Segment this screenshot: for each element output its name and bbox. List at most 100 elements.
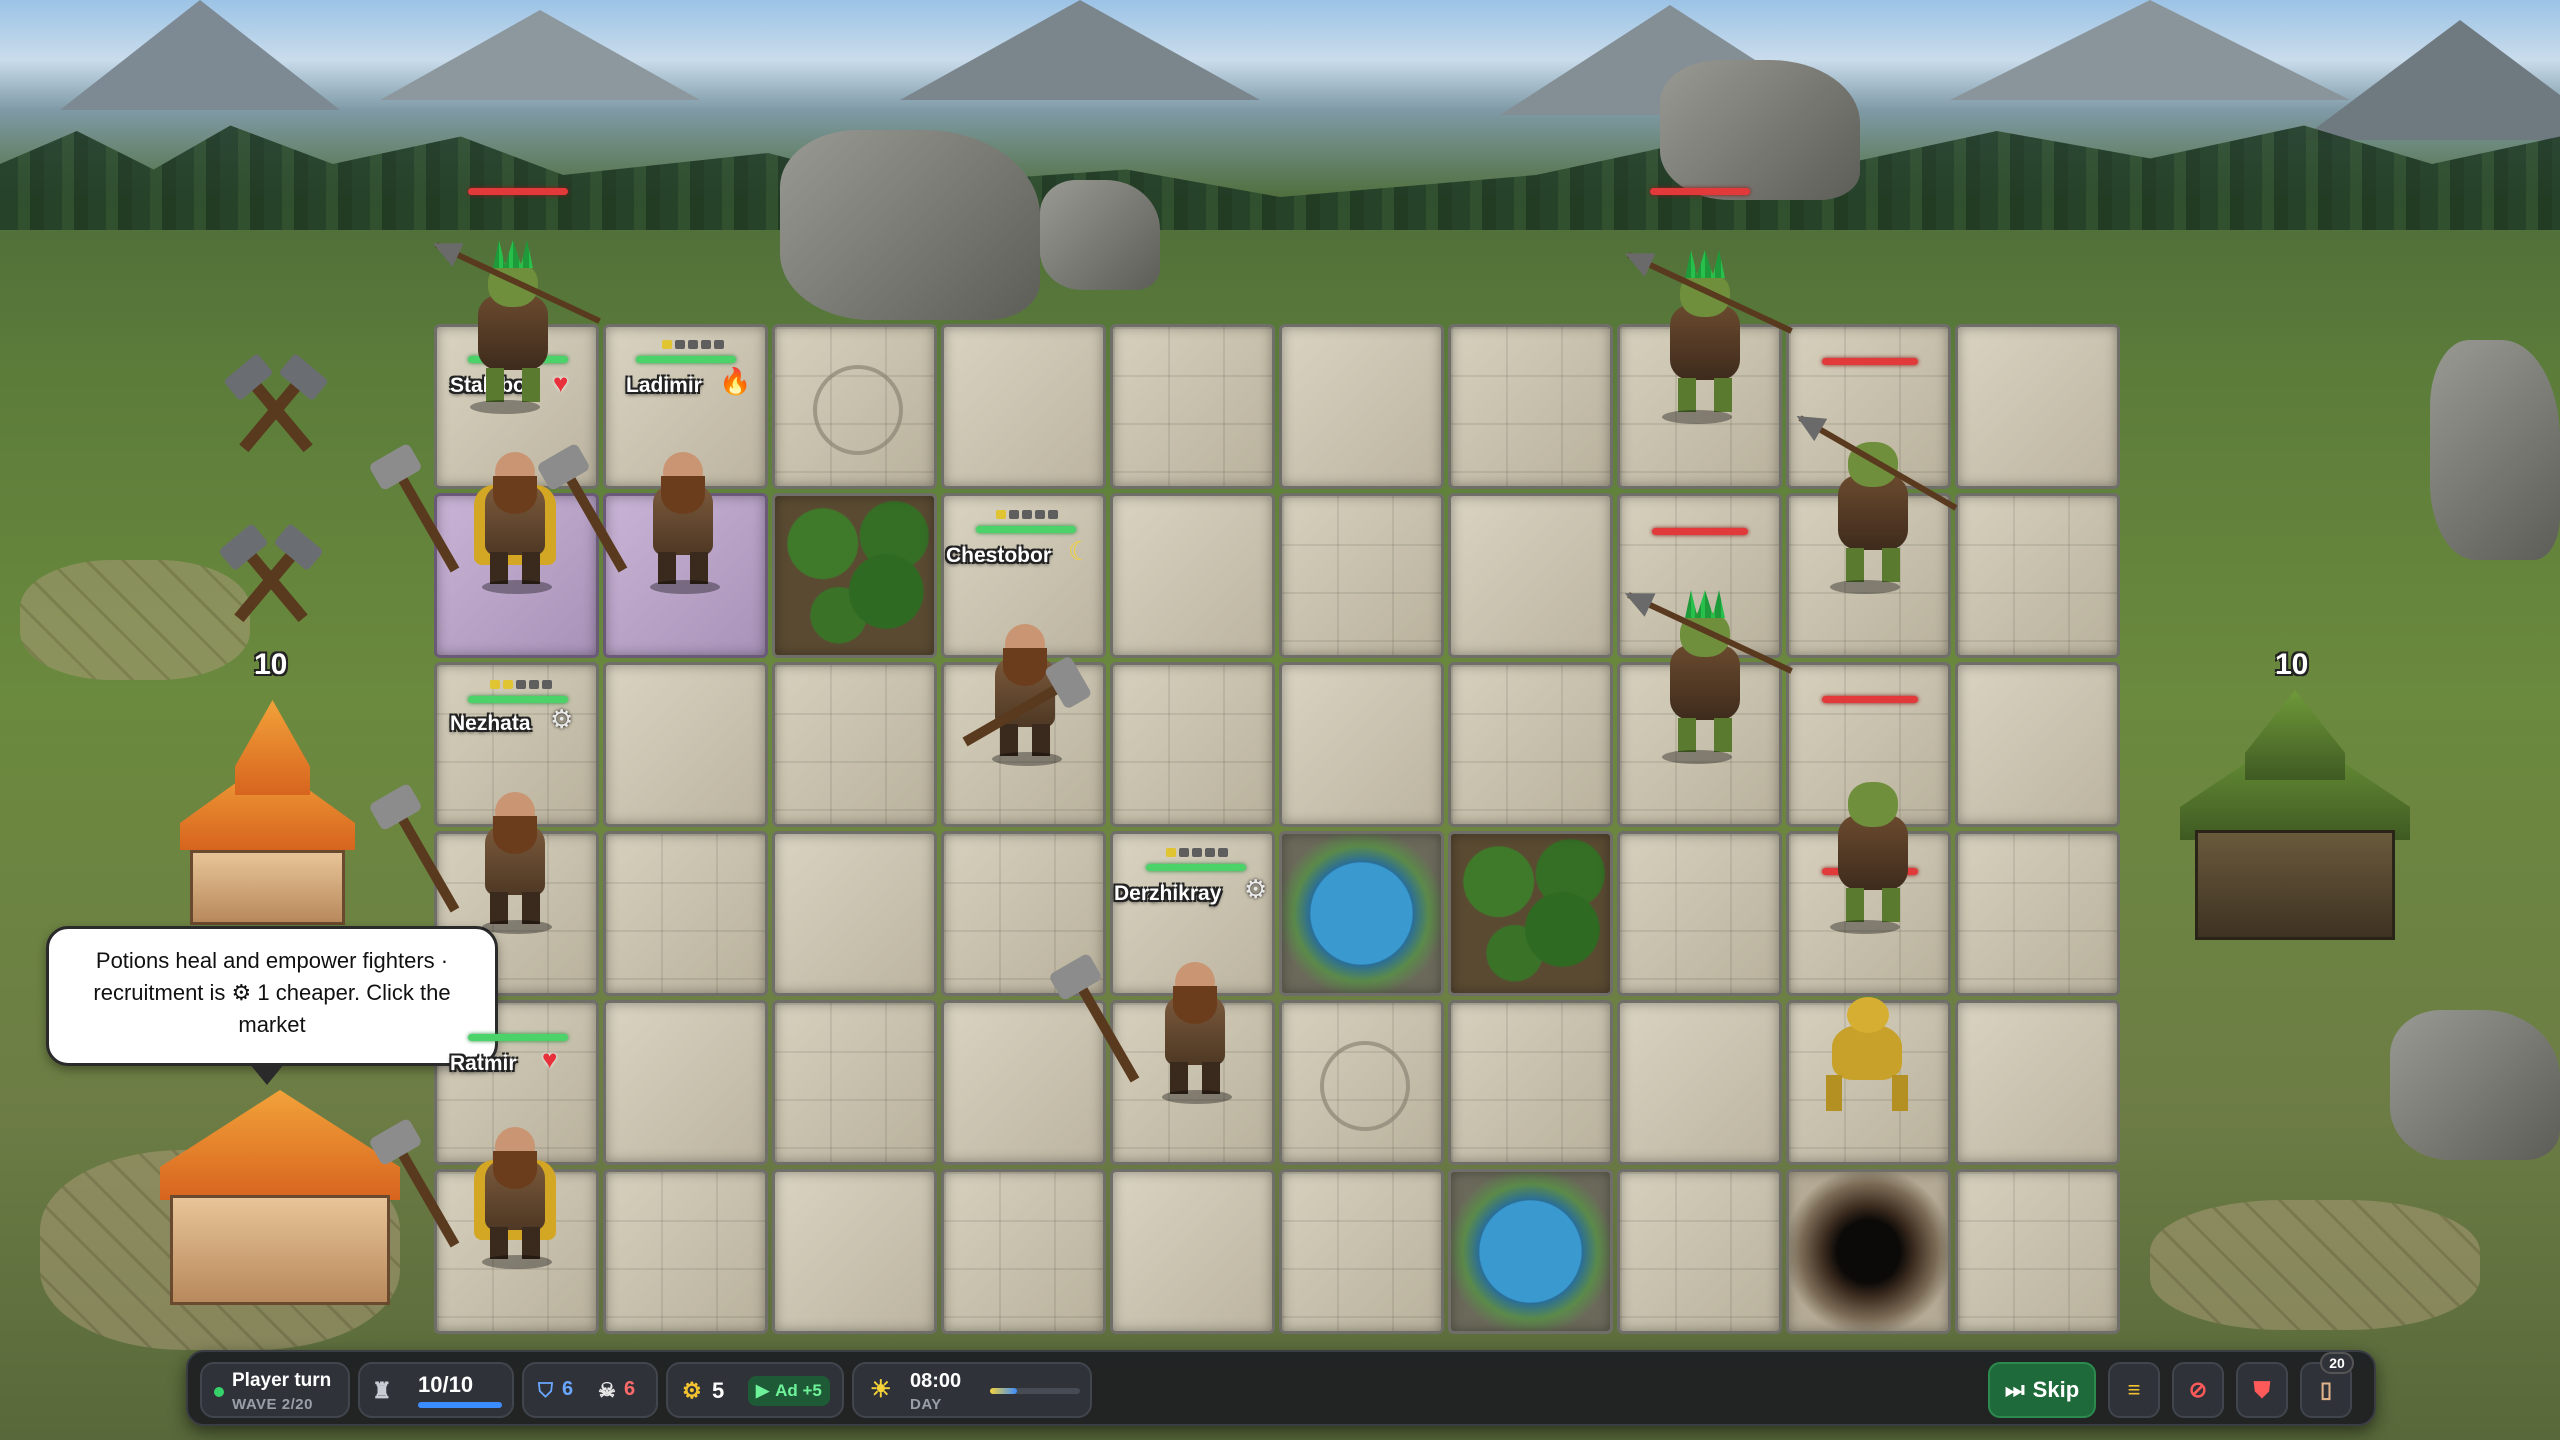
population-value: 10/10: [418, 1372, 474, 1397]
derzhikray-hp-bar: [1146, 864, 1246, 871]
mountain: [2300, 20, 2560, 140]
grid-tile[interactable]: [772, 662, 937, 827]
boulder: [780, 130, 1040, 320]
cracked-earth: [2150, 1200, 2480, 1330]
skip-label: Skip: [2032, 1377, 2080, 1402]
grid-tile[interactable]: [1955, 1169, 2120, 1334]
skip-button[interactable]: ⏭ Skip: [1988, 1362, 2096, 1418]
grid-tile[interactable]: [1279, 324, 1444, 489]
orc-spearman-unit[interactable]: [1627, 590, 1793, 764]
grid-tile[interactable]: [1955, 1000, 2120, 1165]
grid-tile[interactable]: [1617, 1169, 1782, 1334]
ladimir-hp-bar: [636, 356, 736, 363]
enemy-hp-bar: [468, 188, 568, 195]
grid-tile-rune[interactable]: [1279, 1000, 1444, 1165]
skull-icon: ☠: [598, 1380, 616, 1402]
hint-tooltip: Potions heal and empower fighters · recr…: [46, 926, 498, 1085]
turn-status-dot: [214, 1387, 224, 1397]
shield-red-icon: ⛊: [2253, 1377, 2271, 1402]
grid-tile[interactable]: [1955, 662, 2120, 827]
grid-tile[interactable]: [1617, 831, 1782, 996]
grid-tile[interactable]: [1279, 493, 1444, 658]
grid-tile[interactable]: [1448, 1000, 1613, 1165]
nezhata-name: Nezhata: [450, 712, 531, 735]
heart-icon: ♥: [542, 1044, 558, 1074]
grid-tile[interactable]: [603, 662, 768, 827]
turn-indicator: Player turn WAVE 2/20: [200, 1362, 350, 1418]
ratmir-name: Ratmir: [450, 1052, 517, 1075]
grid-tile[interactable]: [941, 1169, 1106, 1334]
deck-button[interactable]: ▯ 20: [2300, 1352, 2354, 1418]
shield-icon: ⛉: [538, 1380, 553, 1402]
fire-icon: 🔥: [719, 366, 752, 396]
enemy-hp-bar: [1822, 358, 1918, 365]
grid-tile[interactable]: [1279, 1169, 1444, 1334]
castle-icon: ♜: [372, 1378, 392, 1403]
grid-tile-pond[interactable]: [1448, 1169, 1613, 1334]
mountain: [380, 10, 700, 100]
crossed-hammers-icon[interactable]: [220, 355, 330, 465]
grid-tile[interactable]: [1110, 493, 1275, 658]
grid-tile[interactable]: [1448, 662, 1613, 827]
moon-icon: ☾: [1068, 536, 1092, 566]
grid-tile-rune[interactable]: [772, 324, 937, 489]
crossed-hammers-icon[interactable]: [215, 525, 325, 635]
time-of-day: DAY: [910, 1396, 942, 1413]
dwarf-unit-chestobor[interactable]: [962, 612, 1081, 766]
deck-count-badge: 20: [2320, 1352, 2354, 1374]
grid-tile-pond[interactable]: [1279, 831, 1444, 996]
grid-tile[interactable]: [1110, 1169, 1275, 1334]
grid-tile[interactable]: [1448, 493, 1613, 658]
grid-tile-forest[interactable]: [772, 493, 937, 658]
orc-archer-unit[interactable]: [1808, 760, 1938, 934]
defense-button[interactable]: ⛊: [2236, 1362, 2288, 1418]
grid-tile[interactable]: [603, 831, 768, 996]
derzhikray-name: Derzhikray: [1114, 882, 1222, 905]
goblin-unit[interactable]: [1812, 985, 1922, 1115]
day-clock: ☀ 08:00 DAY: [852, 1362, 1092, 1418]
grid-tile[interactable]: [941, 1000, 1106, 1165]
dwarf-unit-ratmir[interactable]: [385, 1115, 570, 1269]
player-castle[interactable]: [140, 690, 390, 925]
chestobor-hp-bar: [976, 526, 1076, 533]
chestobor-name: Chestobor: [946, 544, 1051, 567]
boulder: [2390, 1010, 2560, 1160]
dwarf-unit-ladimir[interactable]: [553, 440, 738, 594]
grid-tile[interactable]: [772, 1169, 937, 1334]
grid-tile-pit[interactable]: [1786, 1169, 1951, 1334]
dwarf-unit-derzhikray[interactable]: [1065, 950, 1250, 1104]
grid-tile[interactable]: [1955, 324, 2120, 489]
mountain: [900, 0, 1260, 100]
grid-tile[interactable]: [1617, 1000, 1782, 1165]
menu-button[interactable]: ≡: [2108, 1362, 2160, 1418]
watch-ad-button[interactable]: ▶ Ad +5: [748, 1376, 830, 1406]
ladimir-name: Ladimir: [626, 374, 702, 397]
grid-tile[interactable]: [1110, 662, 1275, 827]
grid-tile[interactable]: [772, 831, 937, 996]
grid-tile[interactable]: [1279, 662, 1444, 827]
time-value: 08:00: [910, 1370, 962, 1392]
grid-tile-forest[interactable]: [1448, 831, 1613, 996]
army-stats: ⛉ 6 ☠ 6: [522, 1362, 658, 1418]
grid-tile[interactable]: [1955, 493, 2120, 658]
grid-tile[interactable]: [1955, 831, 2120, 996]
ratmir-hp-bar: [468, 1034, 568, 1041]
gear-currency: ⚙ 5 ▶ Ad +5: [666, 1362, 844, 1418]
card-deck-icon: ▯: [2319, 1377, 2333, 1402]
orc-horned-spearman-unit[interactable]: [1798, 415, 1958, 594]
market-building[interactable]: [130, 1070, 430, 1320]
gear-icon: ⚙: [682, 1378, 702, 1403]
grid-tile[interactable]: [603, 1169, 768, 1334]
mute-icon: ⊘: [2188, 1377, 2208, 1402]
population-bar: [418, 1402, 502, 1408]
orc-spearman-unit[interactable]: [1627, 250, 1793, 424]
dwarf-unit-nezhata[interactable]: [385, 780, 570, 934]
grid-tile[interactable]: [772, 1000, 937, 1165]
mute-button[interactable]: ⊘: [2172, 1362, 2224, 1418]
orc-spearman-unit[interactable]: [435, 240, 601, 414]
grid-tile[interactable]: [603, 1000, 768, 1165]
enemy-fortress[interactable]: [2150, 690, 2440, 960]
grid-tile[interactable]: [941, 324, 1106, 489]
grid-tile[interactable]: [1448, 324, 1613, 489]
grid-tile[interactable]: [1110, 324, 1275, 489]
